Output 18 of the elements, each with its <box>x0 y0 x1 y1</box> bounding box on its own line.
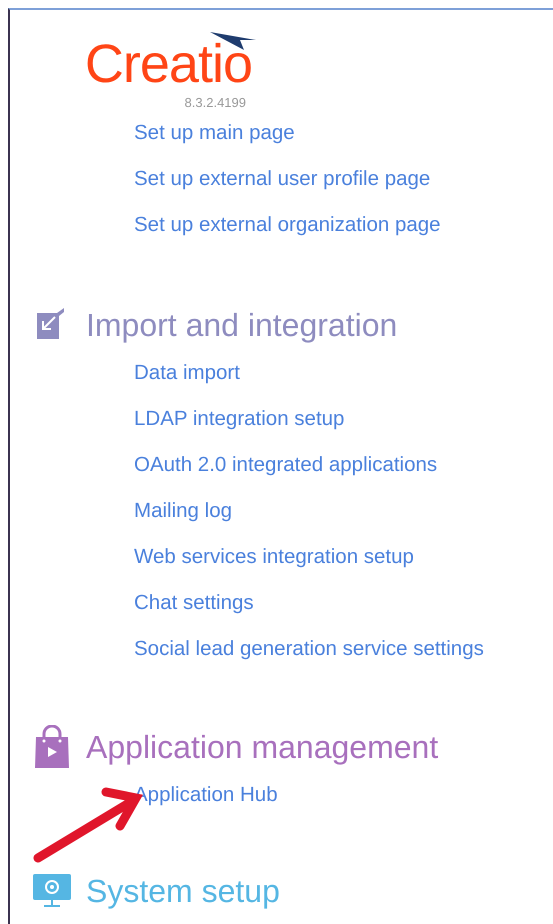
section-heading: Application management <box>86 728 438 766</box>
logo: Creatio <box>84 36 252 92</box>
section-heading: Import and integration <box>86 306 398 344</box>
settings-link[interactable]: Web services integration setup <box>134 534 414 580</box>
settings-link[interactable]: Set up external user profile page <box>134 156 430 202</box>
settings-link[interactable]: Set up main page <box>134 110 295 156</box>
settings-link[interactable]: Social lead generation service settings <box>134 626 484 672</box>
bag-icon <box>32 725 72 769</box>
settings-link[interactable]: Chat settings <box>134 580 254 626</box>
settings-link[interactable]: Application Hub <box>134 772 278 818</box>
version-label: 8.3.2.4199 <box>184 96 246 110</box>
settings-link[interactable]: LDAP integration setup <box>134 396 344 442</box>
settings-link[interactable]: OAuth 2.0 integrated applications <box>134 442 438 488</box>
settings-link[interactable]: Data import <box>134 350 240 396</box>
settings-link[interactable]: Mailing log <box>134 488 232 534</box>
settings-link[interactable]: Set up external organization page <box>134 202 441 248</box>
monitor-gear-icon <box>32 873 72 909</box>
section-heading: System setup <box>86 872 280 910</box>
